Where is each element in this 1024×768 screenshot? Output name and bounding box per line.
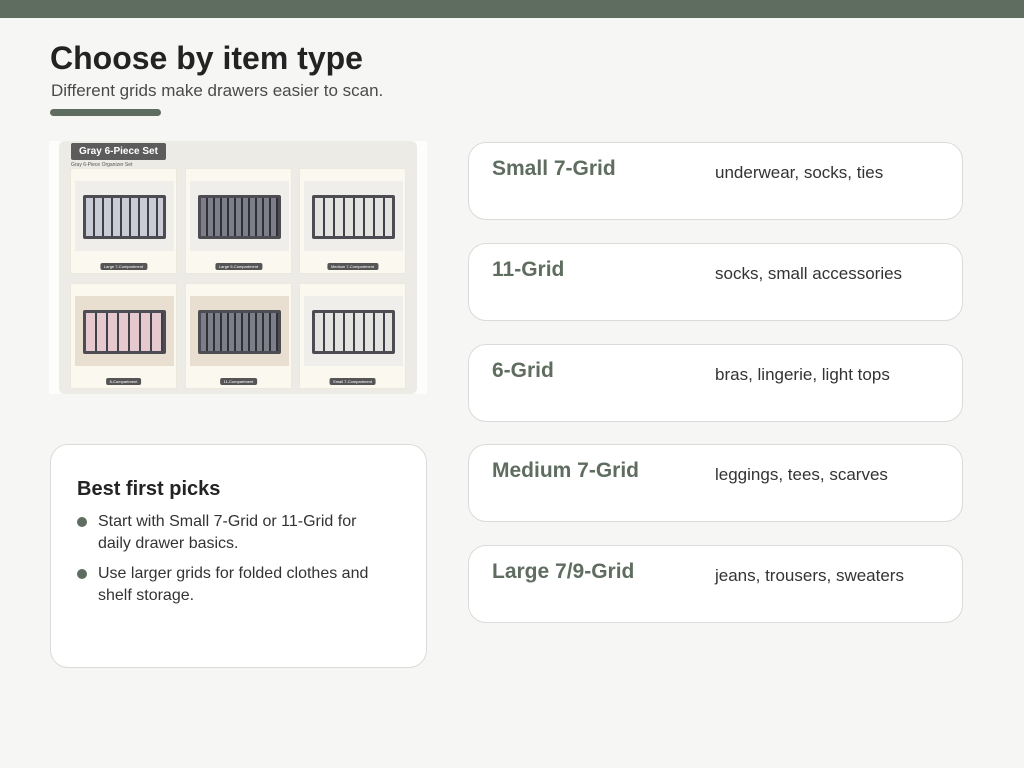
pick-text: Start with Small 7-Grid or 11-Grid for d… xyxy=(98,513,357,552)
grid-use: leggings, tees, scarves xyxy=(715,465,888,484)
top-accent-bar xyxy=(0,0,1024,18)
grid-row-large-7-9: Large 7/9-Grid jeans, trousers, sweaters xyxy=(468,545,963,623)
photo-tile: Medium 7-Compartment xyxy=(299,168,406,274)
tile-tag: 11-Compartment xyxy=(219,378,258,385)
organizer-tray xyxy=(83,310,166,354)
photo-tile: Large 7-Compartment xyxy=(70,168,177,274)
grid-use: jeans, trousers, sweaters xyxy=(715,566,904,585)
grid-name: 11-Grid xyxy=(492,258,565,281)
photo-tile: Small 7-Compartment xyxy=(299,283,406,389)
grid-use: bras, lingerie, light tops xyxy=(715,365,890,384)
grid-row-6: 6-Grid bras, lingerie, light tops xyxy=(468,344,963,422)
tile-image xyxy=(75,296,174,366)
grid-name: Large 7/9-Grid xyxy=(492,560,635,583)
grid-row-medium-7: Medium 7-Grid leggings, tees, scarves xyxy=(468,444,963,522)
tile-image xyxy=(190,181,289,251)
tile-tag: Small 7-Compartment xyxy=(329,378,376,385)
organizer-tray xyxy=(83,195,166,239)
photo-tile: 6-Compartment xyxy=(70,283,177,389)
page-subtitle: Different grids make drawers easier to s… xyxy=(51,81,384,100)
pick-item: Use larger grids for folded clothes and … xyxy=(77,563,377,607)
pick-text: Use larger grids for folded clothes and … xyxy=(98,565,369,604)
tile-image xyxy=(304,181,403,251)
best-picks-card: Best first picks Start with Small 7-Grid… xyxy=(50,444,427,668)
organizer-tray xyxy=(312,310,395,354)
grid-row-11: 11-Grid socks, small accessories xyxy=(468,243,963,321)
organizer-tray xyxy=(198,195,281,239)
photo-tile: 11-Compartment xyxy=(185,283,292,389)
page-title: Choose by item type xyxy=(50,40,363,76)
tile-image xyxy=(190,296,289,366)
bullet-icon xyxy=(77,517,87,527)
organizer-tray xyxy=(312,195,395,239)
pick-item: Start with Small 7-Grid or 11-Grid for d… xyxy=(77,511,377,555)
tile-tag: 6-Compartment xyxy=(105,378,142,385)
photo-set-label: Gray 6-Piece Set xyxy=(71,143,166,160)
title-underline xyxy=(50,109,161,116)
grid-name: Small 7-Grid xyxy=(492,157,616,180)
organizer-tray xyxy=(198,310,281,354)
bullet-icon xyxy=(77,569,87,579)
grid-name: 6-Grid xyxy=(492,359,554,382)
grid-use: underwear, socks, ties xyxy=(715,163,884,182)
grid-name: Medium 7-Grid xyxy=(492,459,640,482)
tile-tag: Large 9-Compartment xyxy=(214,263,263,270)
tile-tag: Large 7-Compartment xyxy=(99,263,148,270)
product-photo: Gray 6-Piece Set Gray 6-Piece Organizer … xyxy=(49,141,427,394)
tile-image xyxy=(75,181,174,251)
photo-tile: Large 9-Compartment xyxy=(185,168,292,274)
tile-tag: Medium 7-Compartment xyxy=(326,263,379,270)
best-picks-title: Best first picks xyxy=(77,478,221,500)
grid-use: socks, small accessories xyxy=(715,264,903,283)
tile-image xyxy=(304,296,403,366)
grid-row-small-7: Small 7-Grid underwear, socks, ties xyxy=(468,142,963,220)
